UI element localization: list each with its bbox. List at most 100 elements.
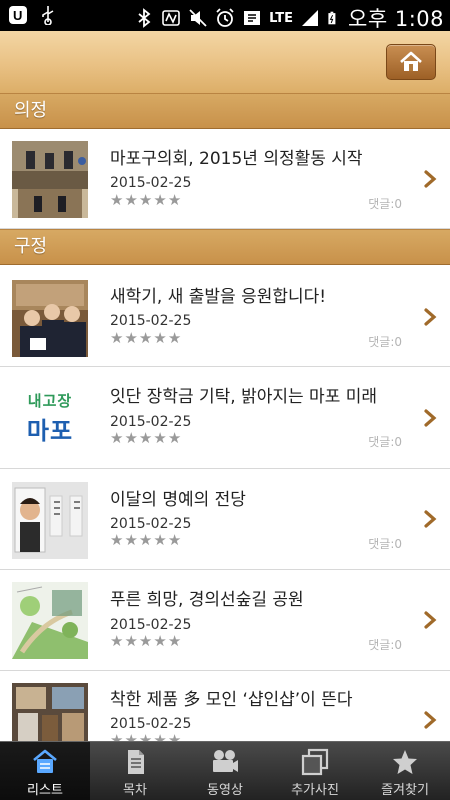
comment-count: 댓글:0 <box>368 537 402 551</box>
usb-icon <box>42 6 54 25</box>
star-icon <box>393 750 417 774</box>
star-icon: ★ <box>153 191 167 209</box>
nfc-icon <box>162 10 180 26</box>
star-icon: ★ <box>124 429 138 447</box>
thumbnail-image <box>12 141 88 218</box>
star-icon: ★ <box>138 191 153 209</box>
tab-label: 동영상 <box>207 783 243 798</box>
star-icon: ★ <box>167 632 182 650</box>
section-header-uijeong: 의정 <box>0 93 450 129</box>
comment-count: 댓글:0 <box>368 335 402 349</box>
star-icon: ★ <box>138 632 153 650</box>
star-icon: ★ <box>110 632 124 650</box>
star-icon: ★ <box>138 531 153 549</box>
chevron-right-icon <box>424 308 437 326</box>
star-icon: ★ <box>167 191 182 209</box>
star-icon: ★ <box>110 531 124 549</box>
star-icon: ★ <box>153 329 167 347</box>
list-item[interactable]: 이달의 명예의 전당 2015-02-25 ★ ★ ★ ★ ★ 댓글:0 <box>0 469 450 570</box>
bottom-tab-bar: 리스트 목차 동영상 추가사진 즐겨찾기 <box>0 741 450 800</box>
item-title: 착한 제품 多 모인 ‘샵인샵’이 뜬다 <box>110 690 353 710</box>
logo-line2: 마포 <box>26 416 74 445</box>
document-icon <box>128 750 144 774</box>
thumbnail-image <box>12 482 88 559</box>
star-rating: ★ ★ ★ ★ ★ <box>110 431 181 446</box>
tab-label: 목차 <box>123 783 147 798</box>
list-home-icon <box>33 749 57 773</box>
comment-count: 댓글:0 <box>368 435 402 449</box>
star-icon: ★ <box>124 531 138 549</box>
star-rating: ★ ★ ★ ★ ★ <box>110 533 181 548</box>
tab-photos[interactable]: 추가사진 <box>270 742 360 800</box>
star-icon: ★ <box>153 429 167 447</box>
comment-count: 댓글:0 <box>368 197 402 211</box>
star-icon: ★ <box>124 329 138 347</box>
home-icon <box>400 51 422 71</box>
star-icon: ★ <box>124 632 138 650</box>
item-date: 2015-02-25 <box>110 313 192 329</box>
data-sync-icon <box>244 11 261 25</box>
status-time: 오후 1:08 <box>348 7 444 31</box>
bluetooth-icon <box>138 8 151 28</box>
item-date: 2015-02-25 <box>110 414 192 430</box>
signal-icon <box>302 10 319 26</box>
star-icon: ★ <box>138 329 153 347</box>
home-button[interactable] <box>386 44 436 80</box>
thumbnail-logo: 내고장 마포 <box>12 379 88 456</box>
svg-text:U: U <box>13 8 22 23</box>
item-date: 2015-02-25 <box>110 716 192 732</box>
app-header <box>0 31 450 93</box>
app-notification-icon: U <box>9 6 27 24</box>
item-date: 2015-02-25 <box>110 516 192 532</box>
chevron-right-icon <box>424 510 437 528</box>
star-icon: ★ <box>153 632 167 650</box>
thumbnail-image <box>12 280 88 357</box>
star-icon: ★ <box>167 429 182 447</box>
tab-toc[interactable]: 목차 <box>90 742 180 800</box>
chevron-right-icon <box>424 711 437 729</box>
battery-icon <box>328 11 336 25</box>
star-rating: ★ ★ ★ ★ ★ <box>110 193 181 208</box>
star-icon: ★ <box>138 429 153 447</box>
tab-label: 즐겨찾기 <box>381 783 429 798</box>
chevron-right-icon <box>424 611 437 629</box>
star-icon: ★ <box>110 329 124 347</box>
star-icon: ★ <box>167 329 182 347</box>
list-item[interactable]: 새학기, 새 출발을 응원합니다! 2015-02-25 ★ ★ ★ ★ ★ 댓글:0 <box>0 265 450 367</box>
item-date: 2015-02-25 <box>110 617 192 633</box>
list-item[interactable]: 마포구의회, 2015년 의정활동 시작 2015-02-25 ★ ★ ★ ★ ★ 댓글… <box>0 129 450 229</box>
star-icon: ★ <box>110 191 124 209</box>
item-title: 잇단 장학금 기탁, 밝아지는 마포 미래 <box>110 387 378 407</box>
list-item[interactable]: 푸른 희망, 경의선숲길 공원 2015-02-25 ★ ★ ★ ★ ★ 댓글:0 <box>0 570 450 671</box>
tab-label: 추가사진 <box>291 783 339 798</box>
star-icon: ★ <box>153 531 167 549</box>
star-icon: ★ <box>167 531 182 549</box>
mute-icon <box>189 9 207 27</box>
star-icon: ★ <box>124 191 138 209</box>
tab-favorites[interactable]: 즐겨찾기 <box>360 742 450 800</box>
star-icon: ★ <box>110 429 124 447</box>
video-camera-icon <box>213 750 238 772</box>
tab-video[interactable]: 동영상 <box>180 742 270 800</box>
status-bar: U LTE 오후 1:08 <box>0 0 450 31</box>
thumbnail-image <box>12 582 88 659</box>
item-title: 푸른 희망, 경의선숲길 공원 <box>110 590 304 610</box>
network-type: LTE <box>269 10 294 26</box>
star-rating: ★ ★ ★ ★ ★ <box>110 634 181 649</box>
chevron-right-icon <box>424 170 437 188</box>
list-item[interactable]: 착한 제품 多 모인 ‘샵인샵’이 뜬다 2015-02-25 ★ ★ ★ ★ ★ <box>0 671 450 748</box>
list-item[interactable]: 내고장 마포 잇단 장학금 기탁, 밝아지는 마포 미래 2015-02-25 … <box>0 367 450 469</box>
item-title: 새학기, 새 출발을 응원합니다! <box>110 287 327 307</box>
thumbnail-image <box>12 683 88 741</box>
item-date: 2015-02-25 <box>110 175 192 191</box>
item-title: 이달의 명예의 전당 <box>110 490 246 510</box>
chevron-right-icon <box>424 409 437 427</box>
section-header-gujeong: 구정 <box>0 229 450 265</box>
tab-list[interactable]: 리스트 <box>0 742 90 800</box>
item-title: 마포구의회, 2015년 의정활동 시작 <box>110 149 363 169</box>
star-rating: ★ ★ ★ ★ ★ <box>110 331 181 346</box>
alarm-icon <box>216 8 234 27</box>
comment-count: 댓글:0 <box>368 638 402 652</box>
photos-icon <box>301 748 329 776</box>
tab-label: 리스트 <box>27 783 63 798</box>
